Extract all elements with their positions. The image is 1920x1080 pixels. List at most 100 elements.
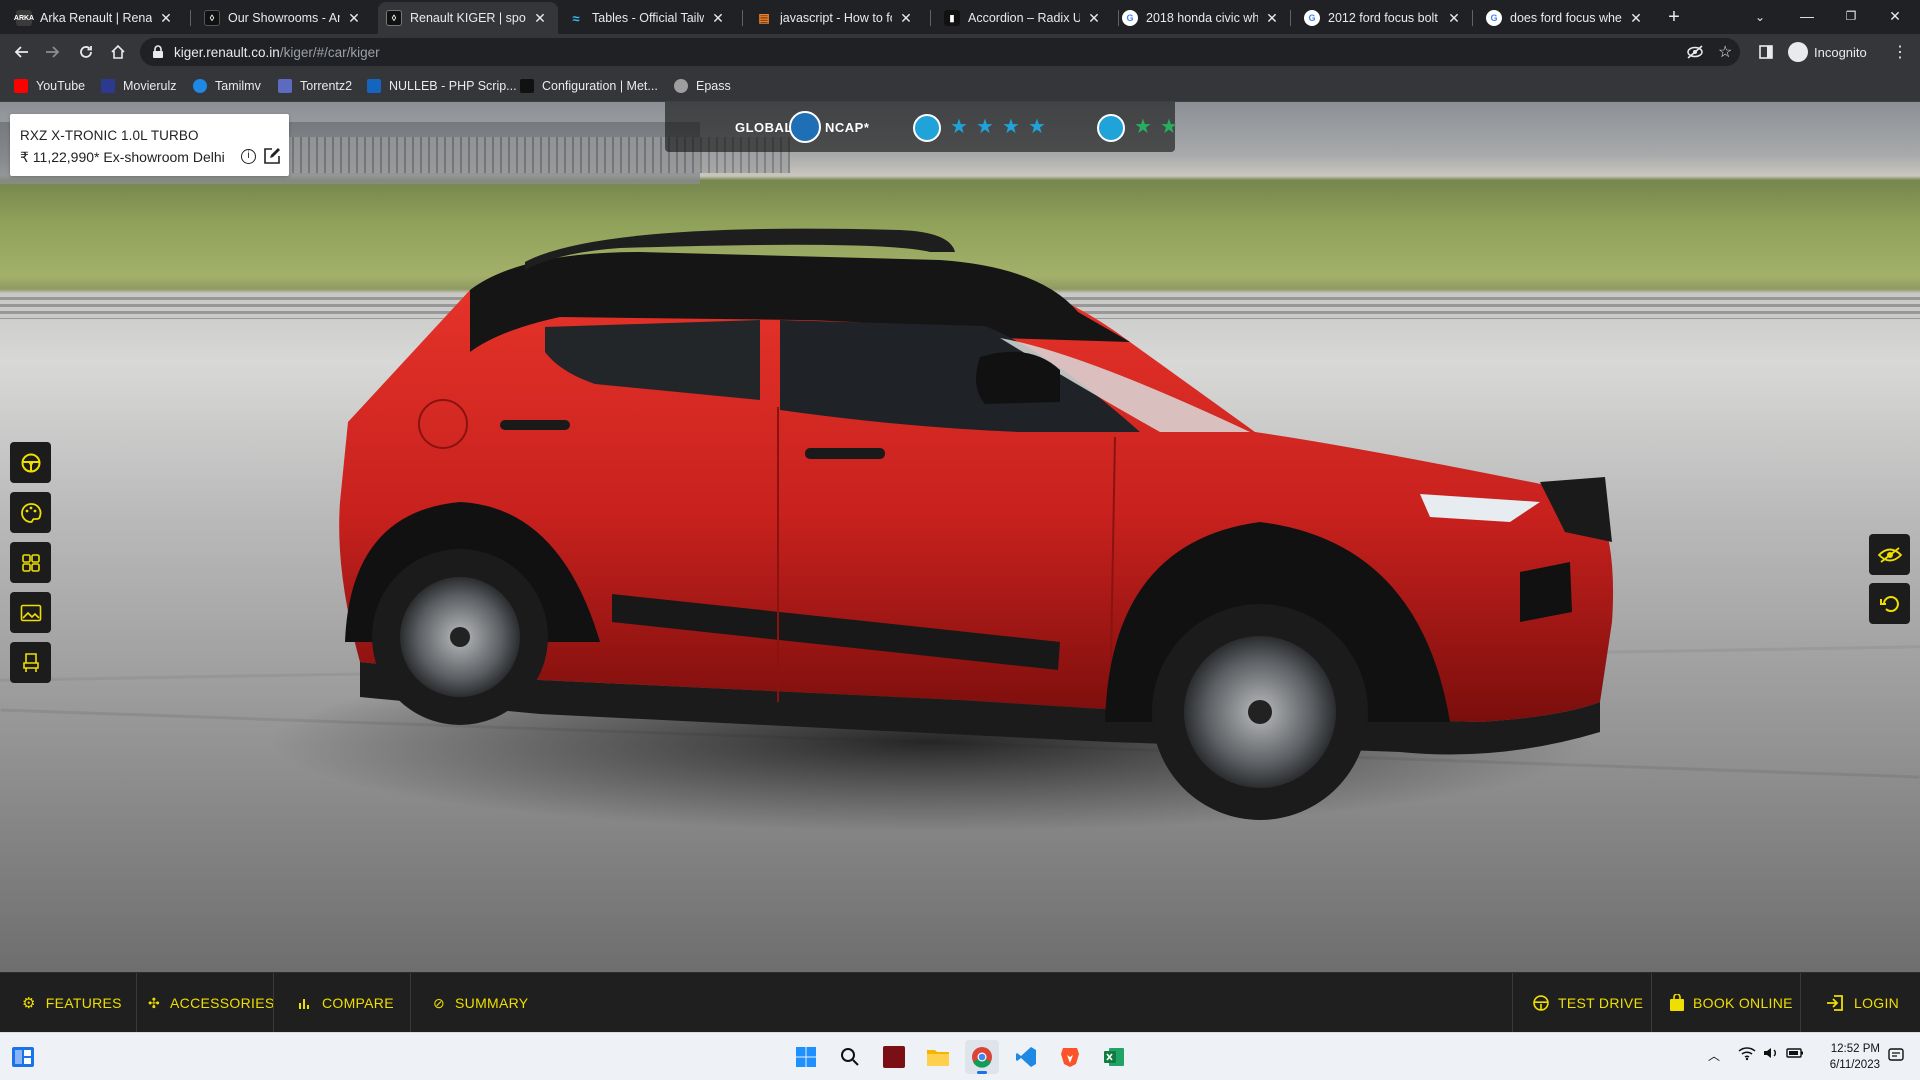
menu-kebab-icon[interactable]: ⋮: [1886, 38, 1914, 66]
edit-icon[interactable]: [263, 147, 281, 170]
volume-icon[interactable]: [1762, 1045, 1780, 1066]
meta-icon: [520, 79, 534, 93]
excel-button[interactable]: [1097, 1040, 1131, 1074]
start-button[interactable]: [789, 1040, 823, 1074]
info-icon[interactable]: i: [241, 149, 256, 164]
bookmark-tamilmv[interactable]: Tamilmv: [193, 77, 261, 95]
torrentz-icon: [278, 79, 292, 93]
steering-wheel-icon: [21, 453, 40, 472]
minimize-button[interactable]: —: [1792, 4, 1822, 30]
book-online-button[interactable]: BOOK ONLINE: [1669, 973, 1793, 1033]
url-text[interactable]: kiger.renault.co.in/kiger/#/car/kiger: [174, 45, 380, 60]
restore-button[interactable]: ❐: [1836, 4, 1866, 30]
color-picker-button[interactable]: [10, 492, 51, 533]
bookmark-epass[interactable]: Epass: [674, 77, 731, 95]
close-icon[interactable]: ✕: [898, 10, 914, 26]
close-icon[interactable]: ✕: [532, 10, 548, 26]
bookmark-torrentz2[interactable]: Torrentz2: [278, 77, 352, 95]
bookmark-nulleb[interactable]: NULLEB - PHP Scrip...: [367, 77, 517, 95]
widgets-button[interactable]: [6, 1040, 40, 1074]
vscode-button[interactable]: [1009, 1040, 1043, 1074]
close-icon[interactable]: ✕: [710, 10, 726, 26]
ncap-globe-icon: [789, 111, 821, 143]
reload-button[interactable]: [72, 38, 100, 66]
google-logo-icon: G: [1304, 10, 1320, 26]
steering-view-button[interactable]: [10, 442, 51, 483]
compare-button[interactable]: COMPARE: [298, 973, 394, 1033]
test-drive-button[interactable]: TEST DRIVE: [1532, 973, 1643, 1033]
home-button[interactable]: [104, 38, 132, 66]
close-icon[interactable]: ✕: [1628, 10, 1644, 26]
accessories-label: ACCESSORIES: [170, 995, 275, 1011]
login-icon: [1827, 995, 1843, 1011]
adult-star: ★: [950, 116, 968, 138]
summary-icon: ⊘: [433, 994, 446, 1011]
address-bar[interactable]: kiger.renault.co.in/kiger/#/car/kiger ☆: [140, 38, 1740, 66]
accessories-button[interactable]: ✣ ACCESSORIES: [148, 973, 274, 1033]
bookmark-label: Torrentz2: [300, 79, 353, 93]
bookmark-label: YouTube: [36, 79, 86, 93]
chrome-icon: [972, 1047, 992, 1068]
trim-name: RXZ X-TRONIC 1.0L TURBO: [20, 128, 199, 143]
interior-view-button[interactable]: [10, 642, 51, 683]
browser-tab-active[interactable]: ◊ Renault KIGER | sporty ✕: [378, 2, 558, 34]
browser-tab[interactable]: ARKA Arka Renault | Renault ✕: [8, 2, 184, 34]
bookmark-configuration[interactable]: Configuration | Met...: [520, 77, 658, 95]
bookmark-star-icon[interactable]: ☆: [1718, 42, 1732, 62]
bookmark-movierulz[interactable]: Movierulz: [101, 77, 177, 95]
url-path: /kiger/#/car/kiger: [279, 45, 380, 60]
wifi-icon[interactable]: [1738, 1045, 1756, 1066]
back-button[interactable]: [8, 38, 36, 66]
features-button[interactable]: ⚙ FEATURES: [22, 973, 122, 1033]
browser-tab[interactable]: ◊ Our Showrooms - Arka ✕: [196, 2, 372, 34]
forward-button[interactable]: [38, 38, 66, 66]
browser-tab[interactable]: G 2012 ford focus bolt p ✕: [1296, 2, 1472, 34]
child-occupant-icon: [1097, 114, 1125, 142]
new-tab-button[interactable]: +: [1662, 6, 1686, 30]
gallery-button[interactable]: [10, 592, 51, 633]
notification-icon[interactable]: [1888, 1047, 1904, 1068]
chrome-button[interactable]: [965, 1040, 999, 1074]
tailwind-logo-icon: ≈: [572, 10, 580, 26]
tab-search-chevron-icon[interactable]: ⌄: [1748, 6, 1772, 30]
search-button[interactable]: [833, 1040, 867, 1074]
bookmark-youtube[interactable]: YouTube: [14, 77, 85, 95]
lock-icon[interactable]: [152, 45, 164, 64]
tamilmv-icon: [193, 79, 207, 93]
variants-grid-button[interactable]: [10, 542, 51, 583]
excel-icon: [1104, 1048, 1124, 1066]
close-icon[interactable]: ✕: [1446, 10, 1462, 26]
browser-tab-title: Our Showrooms - Arka: [228, 11, 340, 25]
brave-button[interactable]: [1053, 1040, 1087, 1074]
side-panel-button[interactable]: [1752, 38, 1780, 66]
ncap-label: NCAP*: [825, 120, 870, 135]
ncap-global-label: GLOBAL: [735, 120, 793, 135]
close-icon[interactable]: ✕: [158, 10, 174, 26]
bookmark-label: Movierulz: [123, 79, 177, 93]
incognito-profile-button[interactable]: Incognito: [1788, 41, 1867, 63]
system-clock[interactable]: 12:52 PM 6/11/2023: [1800, 1041, 1880, 1073]
summary-button[interactable]: ⊘ SUMMARY: [433, 973, 528, 1033]
close-icon[interactable]: ✕: [1086, 10, 1102, 26]
taskbar-app-redapp[interactable]: [877, 1040, 911, 1074]
youtube-icon: [14, 79, 28, 93]
nulleb-icon: [367, 79, 381, 93]
stackoverflow-logo-icon: ▤: [758, 11, 770, 25]
login-button[interactable]: LOGIN: [1826, 973, 1899, 1033]
file-explorer-button[interactable]: [921, 1040, 955, 1074]
close-icon[interactable]: ✕: [346, 10, 362, 26]
chevron-up-icon[interactable]: ︿: [1708, 1047, 1720, 1064]
window-close-button[interactable]: ✕: [1880, 4, 1910, 30]
browser-tab[interactable]: ≈ Tables - Official Tailwind ✕: [560, 2, 736, 34]
toggle-view-button[interactable]: [1869, 534, 1910, 575]
eye-slash-icon[interactable]: [1686, 44, 1704, 65]
browser-tab[interactable]: ▮ Accordion – Radix UI ✕: [936, 2, 1112, 34]
compare-label: COMPARE: [322, 995, 394, 1011]
renault-logo-icon: ◊: [386, 10, 402, 26]
features-label: FEATURES: [45, 995, 122, 1011]
browser-tab[interactable]: ▤ javascript - How to for ✕: [748, 2, 924, 34]
rotate-view-button[interactable]: [1869, 583, 1910, 624]
close-icon[interactable]: ✕: [1264, 10, 1280, 26]
browser-tab[interactable]: G does ford focus wheel ✕: [1478, 2, 1654, 34]
browser-tab[interactable]: G 2018 honda civic wheel ✕: [1114, 2, 1290, 34]
